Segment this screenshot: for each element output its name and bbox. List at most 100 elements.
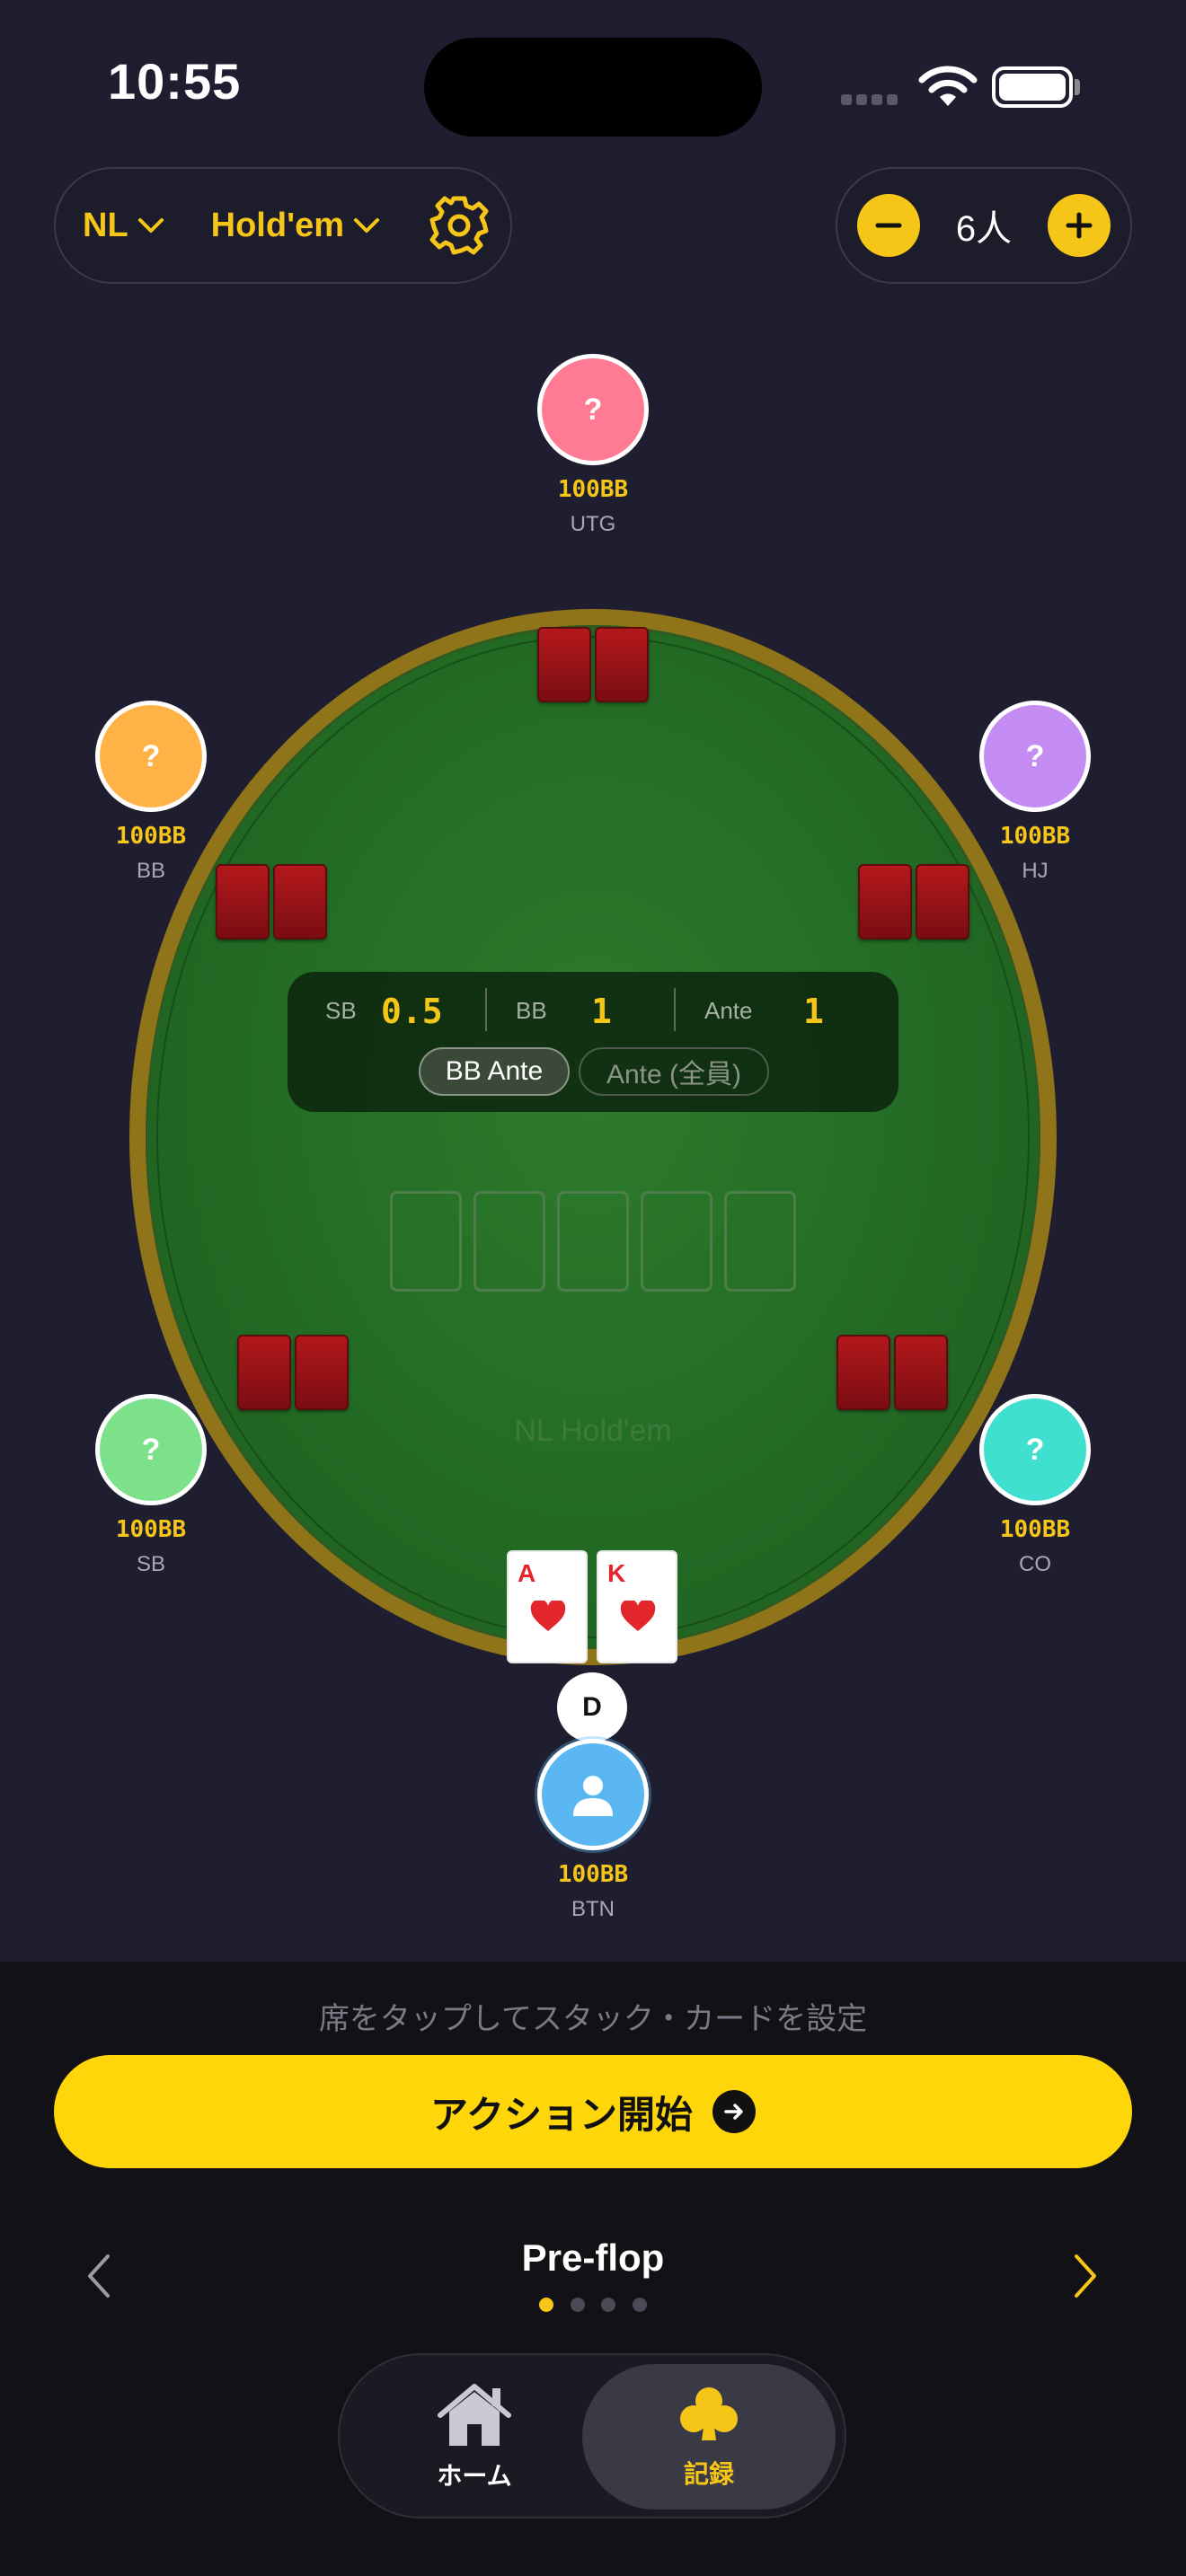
tab-home[interactable]: ホーム <box>376 2364 573 2510</box>
game-limit-dropdown[interactable]: NL <box>83 207 164 245</box>
seat-stack: 100BB <box>115 1516 187 1543</box>
ante-value[interactable]: 1 <box>803 992 824 1031</box>
chevron-left-icon[interactable] <box>83 2253 115 2299</box>
decrease-players-button[interactable] <box>857 194 920 257</box>
dealer-button: D <box>557 1672 627 1742</box>
home-icon <box>438 2384 511 2446</box>
minus-icon <box>875 223 902 228</box>
board-slot-flop-2[interactable] <box>474 1191 545 1292</box>
card-back <box>237 1335 291 1410</box>
card-back <box>216 864 270 940</box>
seat-stack: 100BB <box>999 1516 1071 1543</box>
seat-avatar: ? <box>537 354 649 465</box>
seat-avatar: ? <box>979 1394 1091 1505</box>
page-dot <box>632 2298 647 2312</box>
hj-hole-cards <box>858 864 969 940</box>
seat-utg[interactable]: ? 100BB UTG <box>537 354 649 537</box>
game-settings-pill: NL Hold'em <box>54 167 512 284</box>
chevron-down-icon <box>137 218 164 233</box>
seat-position: SB <box>136 1552 165 1576</box>
page-dot <box>570 2298 585 2312</box>
chevron-right-icon[interactable] <box>1069 2253 1102 2299</box>
game-type-label: Hold'em <box>210 206 345 244</box>
seat-avatar: ? <box>95 1394 207 1505</box>
card-back <box>858 864 912 940</box>
hint-text: 席をタップしてスタック・カードを設定 <box>318 2002 868 2036</box>
board-slot-river[interactable] <box>724 1191 796 1292</box>
sb-value[interactable]: 0.5 <box>381 992 443 1031</box>
start-action-label: アクション開始 <box>430 2093 693 2136</box>
seat-stack: 100BB <box>115 823 187 850</box>
plus-icon <box>1066 212 1093 239</box>
bb-ante-option[interactable]: BB Ante <box>419 1047 570 1096</box>
arrow-right-icon <box>712 2090 756 2133</box>
seat-avatar <box>537 1739 649 1850</box>
sb-label: SB <box>325 997 357 1024</box>
seat-avatar: ? <box>95 701 207 812</box>
heart-icon <box>530 1601 566 1631</box>
board-slot-flop-1[interactable] <box>390 1191 462 1292</box>
card-rank: K <box>607 1559 626 1587</box>
seat-stack: 100BB <box>999 823 1071 850</box>
sb-hole-cards <box>237 1335 349 1410</box>
battery-tip <box>1075 79 1080 95</box>
seat-avatar: ? <box>979 701 1091 812</box>
card-back <box>295 1335 349 1410</box>
start-action-button[interactable]: アクション開始 <box>54 2055 1132 2168</box>
seat-hj[interactable]: ? 100BB HJ <box>979 701 1091 884</box>
card-back <box>916 864 969 940</box>
seat-position: CO <box>1019 1552 1051 1576</box>
status-time: 10:55 <box>108 53 242 110</box>
board-slot-flop-3[interactable] <box>557 1191 629 1292</box>
utg-hole-cards <box>537 627 649 702</box>
board-slot-turn[interactable] <box>641 1191 712 1292</box>
page-dot <box>539 2298 553 2312</box>
seat-position: HJ <box>1022 859 1049 883</box>
card-rank: A <box>518 1559 536 1587</box>
card-back <box>595 627 649 702</box>
player-count: 6人 <box>955 209 1013 249</box>
co-hole-cards <box>836 1335 948 1410</box>
card-back <box>836 1335 890 1410</box>
seat-btn[interactable]: 100BB BTN <box>537 1739 649 1922</box>
card-back <box>273 864 327 940</box>
game-type-dropdown[interactable]: Hold'em <box>211 207 380 245</box>
hero-card-1[interactable]: A <box>507 1550 588 1663</box>
heart-icon <box>620 1601 656 1631</box>
seat-position: UTG <box>570 512 616 536</box>
bb-value[interactable]: 1 <box>591 992 612 1031</box>
player-count-stepper: 6人 <box>836 167 1132 284</box>
increase-players-button[interactable] <box>1048 194 1111 257</box>
seat-sb[interactable]: ? 100BB SB <box>95 1394 207 1577</box>
seat-position: BTN <box>571 1897 615 1921</box>
wifi-icon <box>918 66 978 106</box>
bb-hole-cards <box>216 864 327 940</box>
card-back <box>537 627 591 702</box>
club-icon <box>680 2387 738 2440</box>
cellular-signal-icon <box>841 93 902 110</box>
page-dot <box>601 2298 616 2312</box>
phase-title: Pre-flop <box>521 2236 665 2279</box>
seat-stack: 100BB <box>557 476 629 503</box>
divider <box>485 988 487 1031</box>
tab-home-label: ホーム <box>437 2462 512 2490</box>
community-board <box>390 1191 796 1292</box>
hero-card-2[interactable]: K <box>597 1550 677 1663</box>
table-inner-line <box>156 636 1030 1638</box>
tab-records-label: 記録 <box>683 2460 734 2488</box>
seat-stack: 100BB <box>557 1861 629 1888</box>
seat-bb[interactable]: ? 100BB BB <box>95 701 207 884</box>
game-limit-label: NL <box>83 206 128 244</box>
tab-bar: ホーム 記録 <box>338 2353 846 2519</box>
ante-all-option[interactable]: Ante (全員) <box>579 1047 769 1096</box>
phase-page-indicator <box>539 2298 647 2312</box>
seat-co[interactable]: ? 100BB CO <box>979 1394 1091 1577</box>
blinds-panel[interactable]: SB 0.5 BB 1 Ante 1 BB Ante Ante (全員) <box>288 972 898 1112</box>
table-name-label: NL Hold'em <box>514 1414 672 1448</box>
dynamic-island <box>424 38 762 137</box>
bb-label: BB <box>516 997 547 1024</box>
ante-label: Ante <box>704 997 753 1024</box>
tab-records[interactable]: 記録 <box>582 2364 836 2510</box>
seat-position: BB <box>136 859 165 883</box>
gear-icon[interactable] <box>427 193 491 258</box>
